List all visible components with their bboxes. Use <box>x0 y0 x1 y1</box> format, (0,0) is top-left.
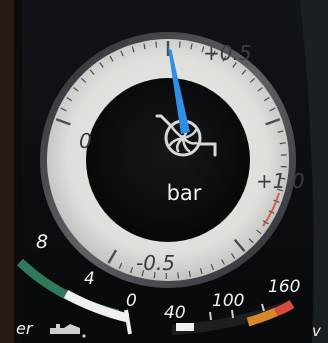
left-edge-strip <box>0 0 14 343</box>
oil-label-0: 0 <box>126 291 137 311</box>
scale-label-top: +0.5 <box>203 41 252 65</box>
minor-tick <box>155 41 158 48</box>
partial-left-text: er <box>16 319 34 338</box>
partial-right-text: v <box>312 322 322 340</box>
cluster-svg: bar +0.5 0 +1.0 -0.5 8 4 0 er 40 100 160… <box>0 0 328 343</box>
left-edge-shadow <box>14 0 22 343</box>
oil-label-4: 4 <box>84 269 95 289</box>
temp-band-white <box>176 323 194 331</box>
temp-label-160: 160 <box>268 277 300 297</box>
scale-label-bottom: -0.5 <box>136 251 175 275</box>
minor-tick <box>178 41 181 48</box>
gauge-center <box>86 78 250 242</box>
minor-tick <box>177 272 179 279</box>
scale-label-right: +1.0 <box>256 169 305 193</box>
minor-tick <box>279 142 286 145</box>
scale-label-left: 0 <box>79 129 92 153</box>
turbo-hub <box>180 135 186 141</box>
temp-label-40: 40 <box>164 303 186 323</box>
oil-can-drop <box>82 334 86 338</box>
temp-label-100: 100 <box>212 291 244 311</box>
oil-label-8: 8 <box>36 231 48 253</box>
oil-can-cap <box>56 324 60 328</box>
instrument-cluster-photo: bar +0.5 0 +1.0 -0.5 8 4 0 er 40 100 160… <box>0 0 328 343</box>
unit-label: bar <box>167 181 202 205</box>
